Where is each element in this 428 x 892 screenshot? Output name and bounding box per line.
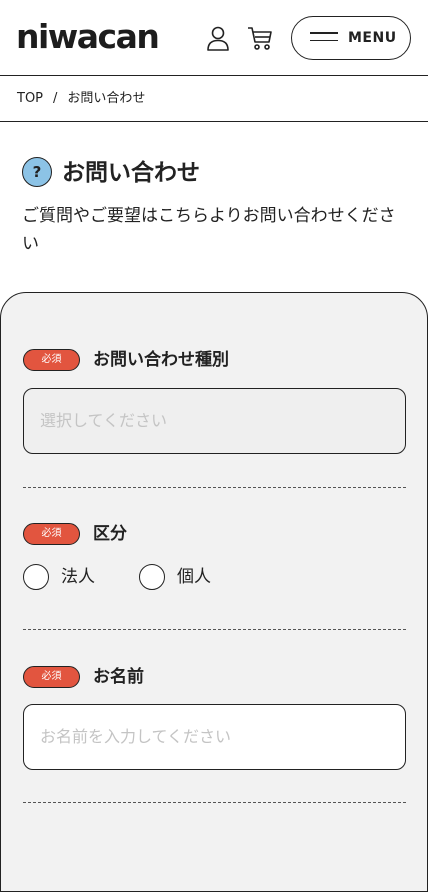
divider	[23, 802, 406, 803]
radio-label: 個人	[177, 567, 211, 587]
breadcrumb-separator: /	[53, 91, 58, 106]
page-lead-text: ご質問やご要望はこちらよりお問い合わせください	[22, 206, 396, 254]
hamburger-icon	[310, 32, 338, 44]
required-badge: 必須	[23, 666, 80, 688]
cart-icon[interactable]	[246, 24, 274, 52]
category-label: 区分	[93, 524, 127, 544]
required-badge: 必須	[23, 523, 80, 545]
logo[interactable]: niwacan	[16, 17, 160, 57]
radio-corporate[interactable]: 法人	[23, 564, 113, 592]
menu-label: MENU	[348, 30, 397, 46]
radio-button[interactable]	[23, 564, 49, 590]
inquiry-type-select[interactable]: 選択してください	[23, 388, 406, 454]
inquiry-type-label: お問い合わせ種別	[93, 350, 229, 370]
site-header: niwacan MENU	[0, 0, 428, 76]
radio-label: 法人	[61, 567, 95, 587]
divider	[23, 629, 406, 630]
page-title: お問い合わせ	[62, 160, 200, 186]
required-badge: 必須	[23, 349, 80, 371]
breadcrumb-current: お問い合わせ	[67, 91, 146, 106]
breadcrumb: TOP / お問い合わせ	[0, 76, 428, 122]
name-label: お名前	[93, 667, 144, 687]
menu-button[interactable]: MENU	[291, 16, 411, 60]
question-icon: ?	[22, 157, 52, 187]
divider	[23, 487, 406, 488]
contact-form: 必須 お問い合わせ種別 選択してください 必須 区分 法人 個人 必須 お名前 …	[0, 292, 428, 892]
radio-button[interactable]	[139, 564, 165, 590]
user-icon[interactable]	[204, 24, 232, 52]
radio-individual[interactable]: 個人	[139, 564, 229, 592]
breadcrumb-home[interactable]: TOP	[17, 91, 43, 106]
name-input[interactable]: お名前を入力してください	[23, 704, 406, 770]
